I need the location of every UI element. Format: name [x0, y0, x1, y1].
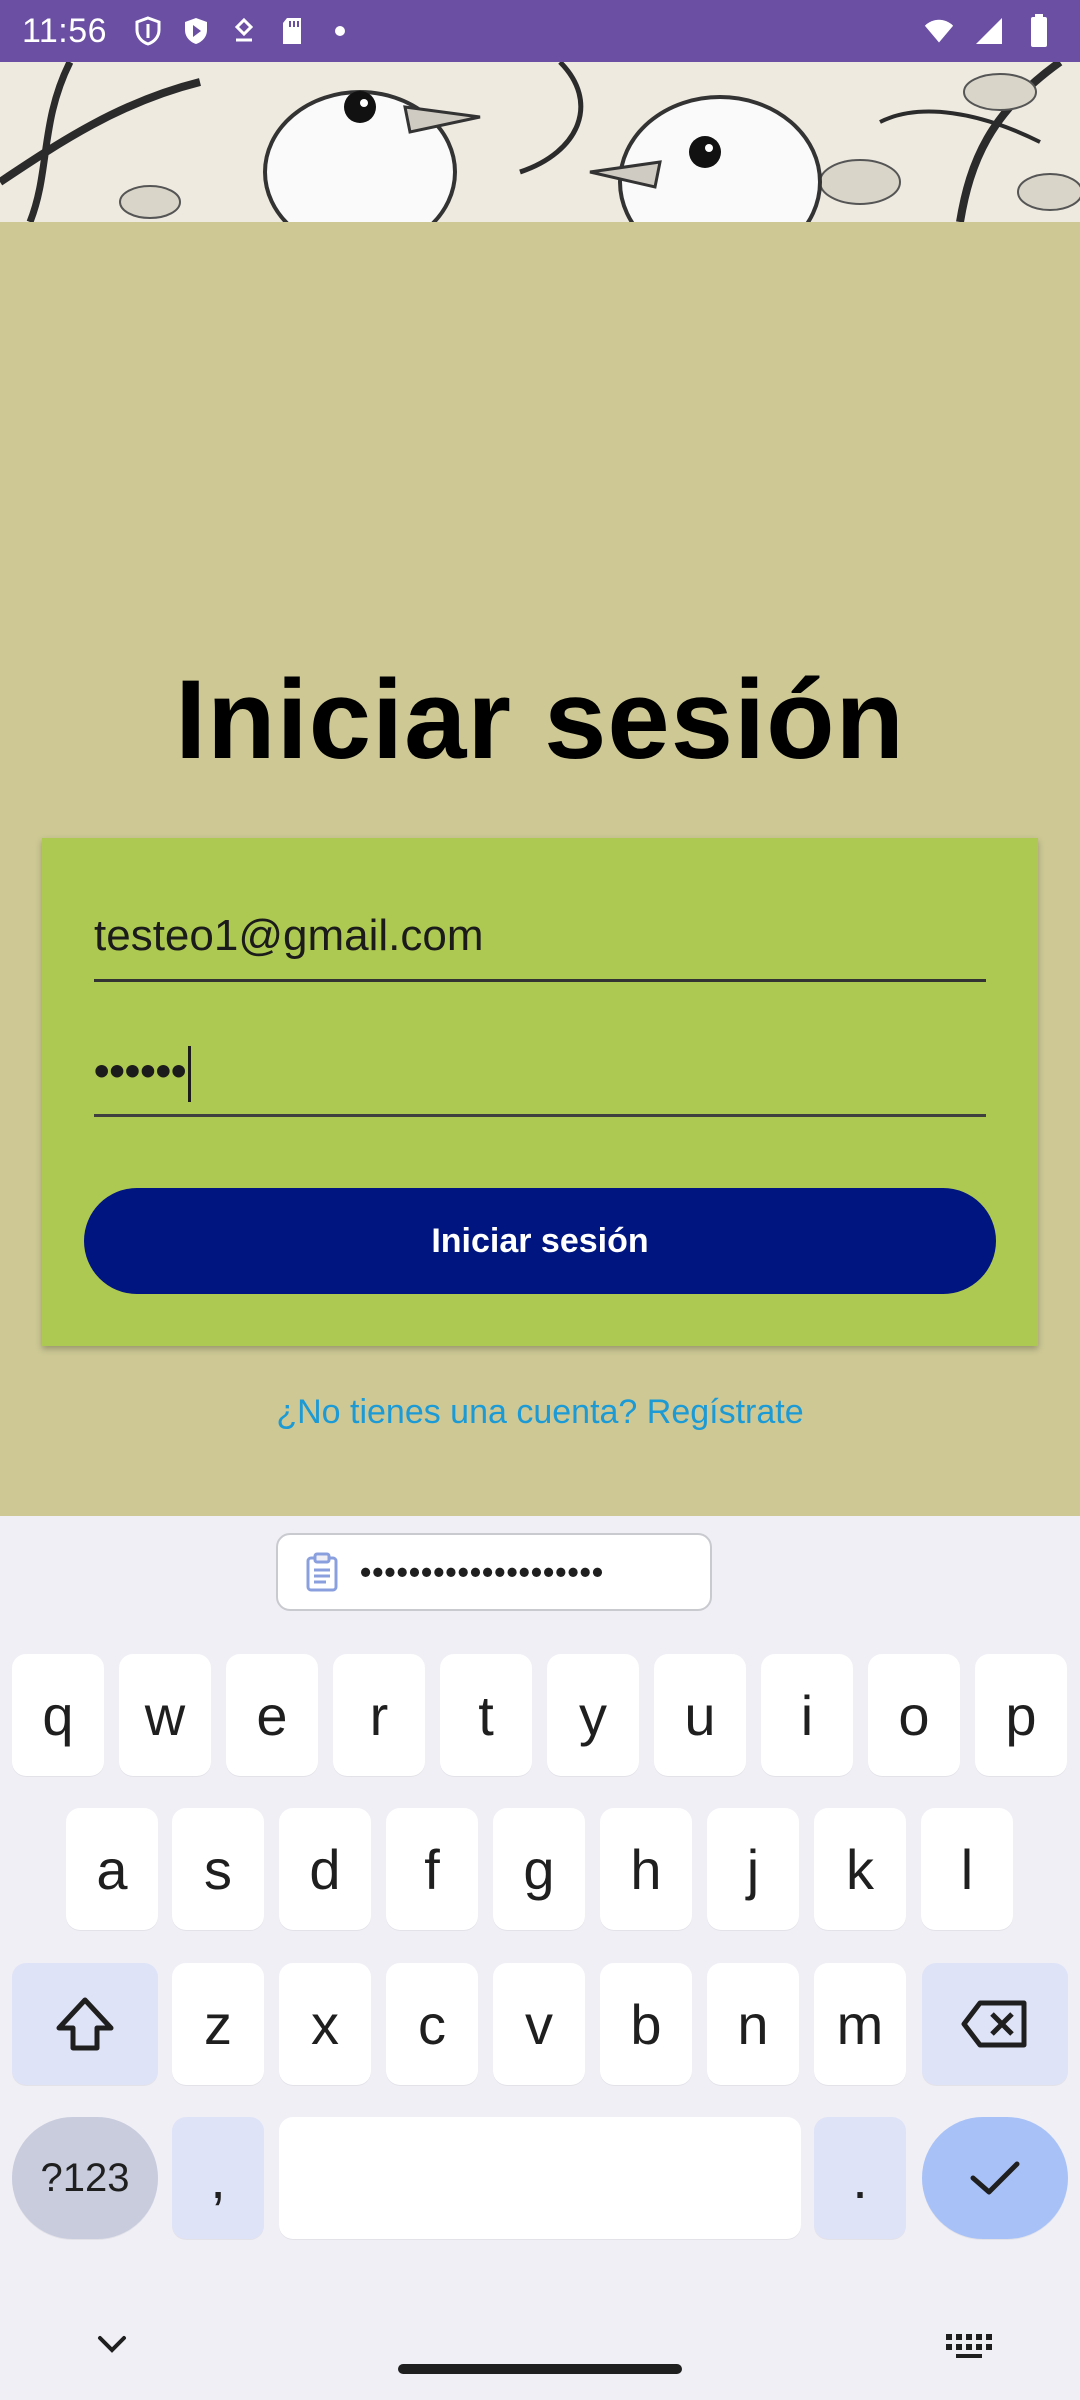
check-icon — [970, 2161, 1020, 2195]
register-link[interactable]: ¿No tienes una cuenta? Regístrate — [0, 1393, 1080, 1432]
sd-card-icon — [277, 16, 307, 46]
backspace-key[interactable] — [922, 1963, 1068, 2085]
key-n[interactable]: n — [707, 1963, 799, 2085]
key-m[interactable]: m — [814, 1963, 906, 2085]
hide-keyboard-icon[interactable] — [92, 2330, 132, 2360]
shift-icon — [56, 1997, 114, 2051]
key-o[interactable]: o — [868, 1654, 960, 1776]
battery-icon — [1024, 14, 1054, 47]
play-icon — [181, 16, 211, 46]
key-b[interactable]: b — [600, 1963, 692, 2085]
clipboard-icon — [306, 1552, 338, 1592]
password-value: •••••• — [94, 1046, 187, 1096]
numbers-key[interactable]: ?123 — [12, 2117, 158, 2239]
comma-key[interactable]: , — [172, 2117, 264, 2239]
key-r[interactable]: r — [333, 1654, 425, 1776]
key-x[interactable]: x — [279, 1963, 371, 2085]
password-field[interactable]: •••••• — [94, 1046, 986, 1117]
key-e[interactable]: e — [226, 1654, 318, 1776]
backspace-icon — [961, 2000, 1027, 2048]
birds-illustration — [0, 62, 1080, 222]
login-card: testeo1@gmail.com •••••• Iniciar sesión — [42, 838, 1038, 1346]
text-cursor — [188, 1046, 192, 1102]
key-f[interactable]: f — [386, 1808, 478, 1930]
status-icons-right — [924, 0, 1054, 62]
key-p[interactable]: p — [975, 1654, 1067, 1776]
dot-icon — [325, 16, 355, 46]
clipboard-suggestion[interactable]: •••••••••••••••••••• — [276, 1533, 712, 1611]
key-w[interactable]: w — [119, 1654, 211, 1776]
page-title: Iniciar sesión — [175, 657, 905, 782]
key-g[interactable]: g — [493, 1808, 585, 1930]
email-value: testeo1@gmail.com — [94, 911, 484, 960]
period-key[interactable]: . — [814, 2117, 906, 2239]
key-y[interactable]: y — [547, 1654, 639, 1776]
key-v[interactable]: v — [493, 1963, 585, 2085]
keyboard-switch-icon[interactable] — [944, 2330, 994, 2360]
key-t[interactable]: t — [440, 1654, 532, 1776]
suggestion-text: •••••••••••••••••••• — [360, 1553, 605, 1590]
key-a[interactable]: a — [66, 1808, 158, 1930]
key-h[interactable]: h — [600, 1808, 692, 1930]
download-icon — [229, 16, 259, 46]
key-s[interactable]: s — [172, 1808, 264, 1930]
key-c[interactable]: c — [386, 1963, 478, 2085]
login-button[interactable]: Iniciar sesión — [84, 1188, 996, 1294]
status-time: 11:56 — [22, 11, 108, 50]
signal-icon — [974, 16, 1004, 46]
space-key[interactable] — [279, 2117, 801, 2239]
key-j[interactable]: j — [707, 1808, 799, 1930]
key-k[interactable]: k — [814, 1808, 906, 1930]
key-q[interactable]: q — [12, 1654, 104, 1776]
soft-keyboard: •••••••••••••••••••• q w e r t y u i o p… — [0, 1516, 1080, 2400]
key-u[interactable]: u — [654, 1654, 746, 1776]
gesture-handle[interactable] — [398, 2364, 682, 2374]
key-l[interactable]: l — [921, 1808, 1013, 1930]
status-bar: 11:56 — [0, 0, 1080, 62]
status-icons-left — [133, 16, 355, 46]
done-key[interactable] — [922, 2117, 1068, 2239]
header-banner — [0, 62, 1080, 222]
shield-icon — [133, 16, 163, 46]
key-d[interactable]: d — [279, 1808, 371, 1930]
key-i[interactable]: i — [761, 1654, 853, 1776]
key-z[interactable]: z — [172, 1963, 264, 2085]
email-field[interactable]: testeo1@gmail.com — [94, 911, 986, 982]
wifi-icon — [924, 16, 954, 46]
shift-key[interactable] — [12, 1963, 158, 2085]
